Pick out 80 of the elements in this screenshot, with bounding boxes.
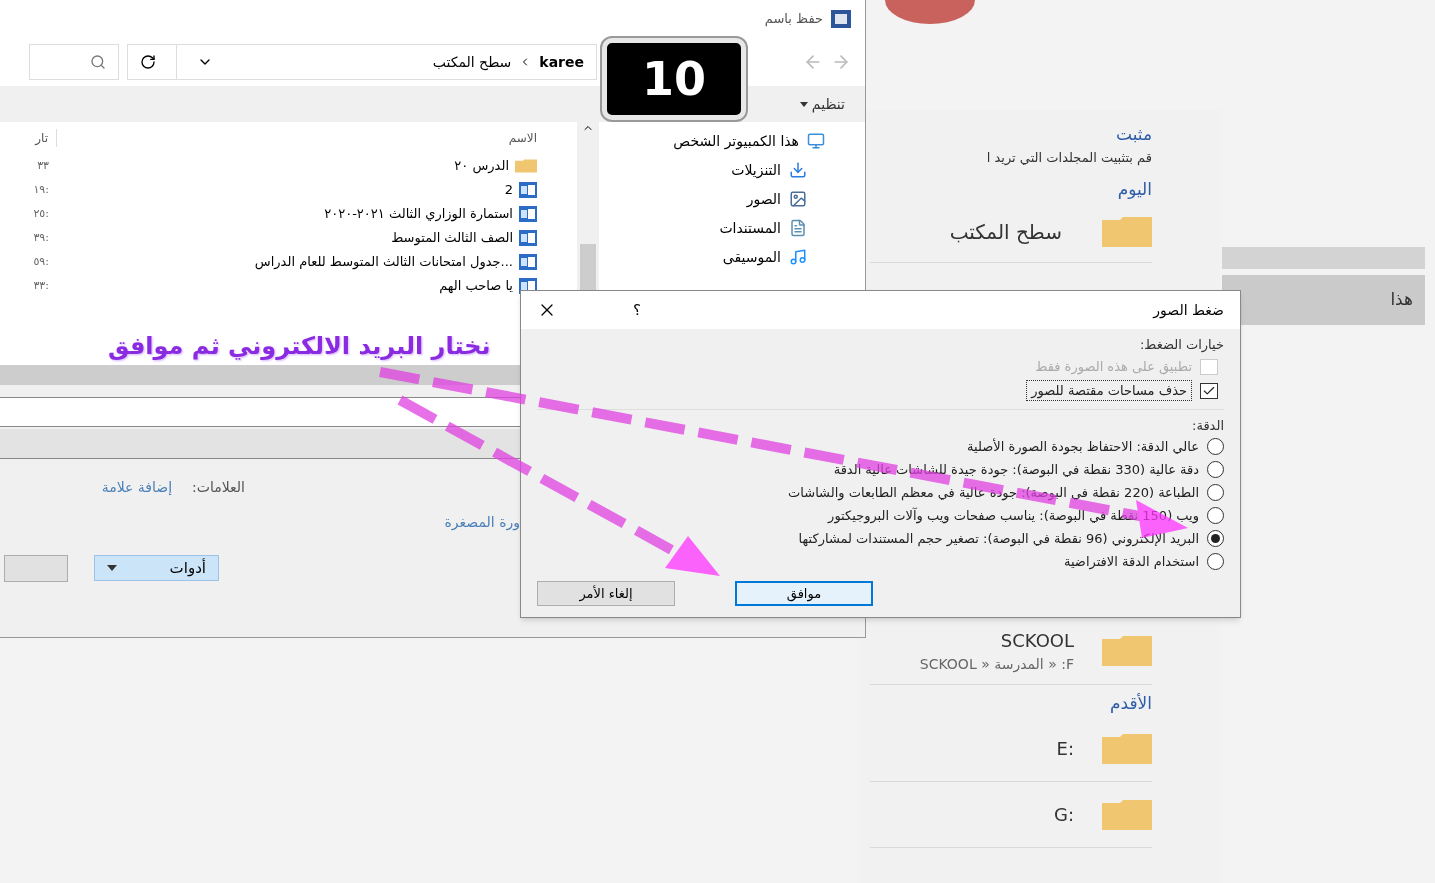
checkbox-row[interactable]: حذف مساحات مقتصة للصور <box>537 378 1218 403</box>
section-heading: مثبت <box>1114 123 1152 146</box>
file-date: :٣٣ <box>33 277 50 294</box>
thumbnail-label: ورة المصغرة <box>444 512 520 533</box>
file-row[interactable]: ...جدول امتحانات الثالث المتوسط للعام الدراس :٥٩ <box>0 250 537 274</box>
pinned-hint: قم بتثبيت المجلدات التي تريد ا <box>985 148 1152 167</box>
radio-option[interactable]: عالي الدقة: الاحتفاظ بجودة الصورة الأصلية <box>537 435 1224 458</box>
file-date: :١٩ <box>33 181 50 198</box>
column-header[interactable]: الاسم <box>57 129 537 147</box>
help-button[interactable]: ؟ <box>617 298 657 322</box>
folder-icon <box>1102 636 1152 666</box>
document-icon <box>519 182 537 198</box>
section-heading: اليوم <box>1116 178 1152 201</box>
folder-icon <box>515 157 537 175</box>
dialog-title: ضغط الصور <box>1151 300 1224 321</box>
file-name: الصف الثالث المتوسط <box>391 229 513 248</box>
folder-name: :E <box>1056 737 1074 761</box>
caret-icon <box>107 565 117 571</box>
radio-option[interactable]: البريد الإلكتروني (96 نقطة في البوصة): تصغير حجم المستندات لمشاركتها <box>537 527 1224 550</box>
file-name: 2 <box>504 181 513 200</box>
search-icon <box>90 54 106 70</box>
add-tag-link[interactable]: إضافة علامة <box>101 476 173 498</box>
file-date: :٥٩ <box>33 253 50 270</box>
folder-path: F: « المدرسة « SCKOOL <box>919 655 1074 675</box>
folder-icon <box>1102 799 1152 830</box>
tags-label: العلامات: <box>192 477 245 497</box>
file-name: ...جدول امتحانات الثالث المتوسط للعام الدراس <box>254 253 513 272</box>
step-badge: 10 <box>602 38 746 120</box>
file-name: يا صاحب الهم <box>439 277 513 296</box>
file-date: ٣٣ <box>37 157 50 174</box>
file-name: الدرس ٢٠ <box>454 157 509 176</box>
location-item[interactable]: هذا <box>1222 275 1425 325</box>
recent-folder-item[interactable]: سطح المكتب <box>870 202 1152 263</box>
caret-icon <box>799 101 808 107</box>
radio-option[interactable]: الطباعة (220 نقطة في البوصة): جودة عالية في معظم الطابعات والشاشات <box>537 481 1224 504</box>
radio-button[interactable] <box>1207 530 1224 547</box>
folder-name: :G <box>1053 803 1074 827</box>
organize-button[interactable]: تنظيم <box>799 93 845 115</box>
file-date: :٣٩ <box>33 229 50 246</box>
file-date: :٢٥ <box>33 205 50 222</box>
search-field[interactable] <box>29 44 119 80</box>
folder-name: SCKOOL <box>999 629 1074 653</box>
annotation-caption: نختار البريد الالكتروني ثم موافق <box>108 331 491 362</box>
recent-folder-item[interactable]: :G <box>870 782 1152 848</box>
document-icon <box>519 206 537 222</box>
file-row[interactable]: استمارة الوزاري الثالث ٢٠٢١-٢٠٢٠ :٢٥ <box>0 202 537 226</box>
refresh-icon[interactable] <box>140 54 156 70</box>
section-heading: الأقدم <box>1109 691 1152 715</box>
radio-button[interactable] <box>1207 461 1224 478</box>
radio-button[interactable] <box>1207 507 1224 524</box>
cancel-button[interactable]: إلغاء الأمر <box>537 581 675 606</box>
file-name: استمارة الوزاري الثالث ٢٠٢١-٢٠٢٠ <box>324 205 513 224</box>
document-icon <box>519 230 537 246</box>
nav-pane-item[interactable]: التنزيلات <box>599 159 825 181</box>
breadcrumb-item[interactable]: karee <box>539 51 584 73</box>
file-row[interactable]: الصف الثالث المتوسط :٣٩ <box>0 226 537 250</box>
document-icon <box>519 254 537 270</box>
radio-button[interactable] <box>1207 484 1224 501</box>
column-header[interactable]: تار <box>35 129 57 147</box>
recent-folder-item[interactable]: :E <box>870 716 1152 782</box>
file-row[interactable]: الدرس ٢٠ ٣٣ <box>0 154 537 178</box>
breadcrumb-item[interactable]: سطح المكتب <box>432 51 512 73</box>
radio-button[interactable] <box>1207 438 1224 455</box>
ok-button[interactable]: موافق <box>735 581 873 606</box>
nav-pane-item[interactable]: الموسيقى <box>599 246 825 268</box>
folder-icon <box>1102 733 1152 764</box>
section-label: الدقة: <box>1191 416 1224 435</box>
checkbox[interactable] <box>1200 382 1218 399</box>
radio-option[interactable]: استخدام الدقة الافتراضية <box>537 550 1224 573</box>
section-label: خيارات الضغط: <box>1138 336 1224 355</box>
window-title: حفظ باسم <box>764 10 823 29</box>
nav-pane-item[interactable]: المستندات <box>599 217 825 239</box>
radio-button[interactable] <box>1207 553 1224 570</box>
nav-pane-item[interactable]: هذا الكمبيوتر الشخص <box>599 130 825 152</box>
circle-logo-icon <box>885 0 975 24</box>
folder-name: سطح المكتب <box>949 219 1062 246</box>
nav-pane-item[interactable]: الصور <box>599 188 825 210</box>
folder-icon <box>1102 217 1152 247</box>
tools-button[interactable]: أدوات <box>94 555 219 581</box>
word-app-icon <box>831 10 851 28</box>
